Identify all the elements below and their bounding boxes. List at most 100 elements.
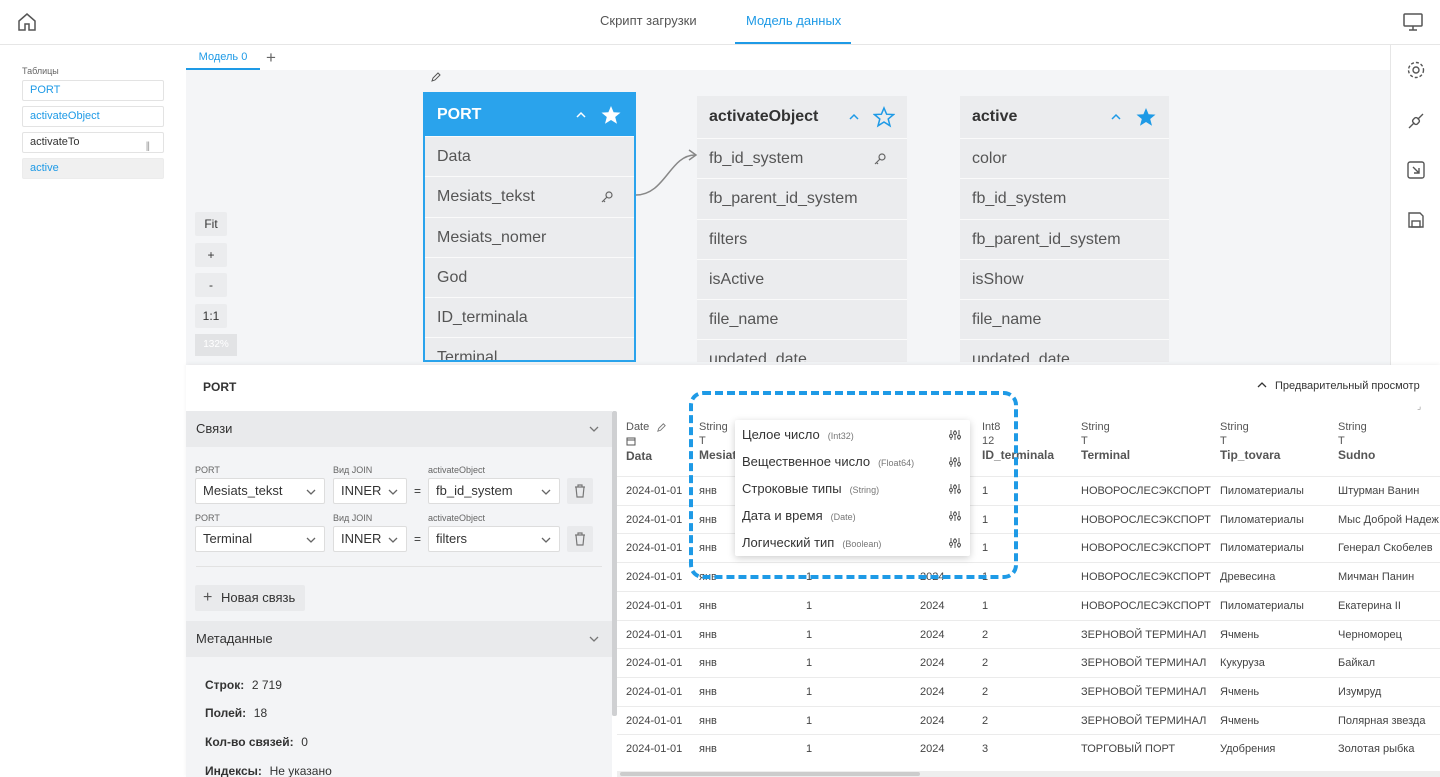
chevron-up-icon[interactable]: [849, 112, 859, 122]
home-icon[interactable]: [16, 11, 38, 33]
tab-data-model[interactable]: Модель данных: [746, 13, 841, 28]
table-row[interactable]: 2024-01-01 янв 1 2024 2 ЗЕРНОВОЙ ТЕРМИНАЛ Ячме…: [617, 676, 1440, 706]
table-card-port[interactable]: PORT Data Mesiats_tekst Mesiats_nomer Go…: [423, 92, 636, 362]
zoom-reset-button[interactable]: 1:1: [195, 304, 227, 328]
table-card-header: PORT: [425, 94, 634, 136]
meta-key: Полей:: [205, 706, 247, 720]
table-cell: НОВОРОСЛЕСЭКСПОРТ: [1081, 599, 1211, 612]
sidebar-item-activateto[interactable]: activateTo ||: [22, 132, 164, 153]
table-cell: 2024-01-01: [626, 743, 683, 756]
table-cell: ТОРГОВЫЙ ПОРТ: [1081, 743, 1176, 756]
scrollbar-thumb[interactable]: [620, 772, 920, 776]
table-row[interactable]: 2024-01-01 янв 1 2024 1 НОВОРОСЛЕСЭКСПОРТ Пило…: [617, 590, 1440, 620]
drag-handle-icon[interactable]: ||: [146, 137, 150, 156]
field-row[interactable]: color: [960, 138, 1169, 178]
star-icon[interactable]: [1135, 106, 1157, 128]
table-cell: Удобрения: [1220, 743, 1276, 756]
meta-value: Не указано: [269, 764, 332, 777]
table-row[interactable]: 2024-01-01 янв 1 2024 2 ЗЕРНОВОЙ ТЕРМИНАЛ Ячме…: [617, 619, 1440, 649]
import-icon[interactable]: [1405, 159, 1427, 181]
links-section-header[interactable]: Связи: [186, 411, 612, 447]
field-row[interactable]: Terminal: [425, 337, 634, 360]
trash-icon[interactable]: [567, 526, 593, 552]
add-model-icon[interactable]: +: [266, 48, 276, 68]
field-row[interactable]: fb_parent_id_system: [960, 218, 1169, 259]
field-row[interactable]: ID_terminala: [425, 297, 634, 337]
join-type-select[interactable]: INNER: [333, 478, 407, 504]
link-left-select[interactable]: Terminal: [195, 526, 325, 552]
zoom-out-button[interactable]: -: [195, 273, 227, 297]
field-row[interactable]: Data: [425, 136, 634, 176]
key-icon: [601, 191, 613, 203]
column-name: Tip_tovara: [1220, 448, 1281, 462]
tab-load-script[interactable]: Скрипт загрузки: [600, 13, 697, 28]
table-cell: Золотая рыбка: [1338, 743, 1415, 756]
table-cell: Пиломатериалы: [1220, 542, 1304, 555]
column-header-tip-tovara[interactable]: String T Tip_tovara: [1220, 421, 1280, 462]
field-label: fb_id_system: [709, 150, 804, 167]
table-cell: 2024-01-01: [626, 657, 683, 670]
field-row[interactable]: isActive: [697, 258, 907, 299]
table-row[interactable]: 2024-01-01 янв 1 2024 3 ТОРГОВЫЙ ПОРТ Удобрени…: [617, 734, 1440, 763]
table-cell: 2024-01-01: [626, 599, 683, 612]
field-row[interactable]: Mesiats_tekst: [425, 176, 634, 216]
link-left-select[interactable]: Mesiats_tekst: [195, 478, 325, 504]
meta-value: 0: [301, 735, 308, 749]
chevron-up-icon[interactable]: [576, 110, 586, 120]
field-row[interactable]: updated_date: [697, 339, 907, 362]
field-row[interactable]: fb_parent_id_system: [697, 178, 907, 218]
meta-row-links: Кол-во связей: 0: [205, 734, 308, 749]
zoom-fit-button[interactable]: Fit: [195, 212, 227, 236]
pencil-icon[interactable]: [430, 71, 442, 83]
table-cell: 2: [982, 685, 989, 698]
table-cell: янв: [699, 743, 717, 756]
chevron-up-icon[interactable]: [1111, 112, 1121, 122]
monitor-icon[interactable]: [1402, 11, 1424, 33]
field-row[interactable]: isShow: [960, 258, 1169, 299]
field-row[interactable]: file_name: [697, 299, 907, 339]
chevron-down-icon: [541, 489, 551, 495]
field-row[interactable]: updated_date: [960, 339, 1169, 362]
table-row[interactable]: 2024-01-01 янв 1 2024 2 ЗЕРНОВОЙ ТЕРМИНАЛ Ячме…: [617, 705, 1440, 735]
column-header-data[interactable]: Date Data: [626, 421, 666, 463]
save-icon[interactable]: [1405, 209, 1427, 231]
table-cell: 2024: [920, 714, 945, 727]
field-row[interactable]: filters: [697, 218, 907, 259]
table-cell: ЗЕРНОВОЙ ТЕРМИНАЛ: [1081, 714, 1207, 727]
key-icon: [874, 153, 886, 165]
star-outline-icon[interactable]: [873, 105, 895, 128]
active-tab-underline: [735, 42, 851, 44]
field-row[interactable]: file_name: [960, 299, 1169, 339]
field-row[interactable]: Mesiats_nomer: [425, 216, 634, 257]
field-row[interactable]: fb_id_system: [960, 178, 1169, 218]
join-type-select[interactable]: INNER: [333, 526, 407, 552]
table-cell: 2024-01-01: [626, 513, 683, 526]
tab-model-0[interactable]: Модель 0: [186, 45, 260, 70]
pencil-icon[interactable]: [656, 422, 667, 433]
link-icon[interactable]: [1405, 110, 1427, 132]
table-cell: 2024: [920, 599, 945, 612]
gear-icon[interactable]: [1405, 59, 1427, 81]
field-row[interactable]: God: [425, 256, 634, 297]
new-link-button[interactable]: + Новая связь: [195, 585, 305, 611]
table-card-active[interactable]: active color fb_id_system fb_parent_id_s…: [960, 96, 1169, 362]
zoom-in-button[interactable]: +: [195, 243, 227, 267]
sidebar-item-activateobject[interactable]: activateObject: [22, 106, 164, 127]
metadata-section-header[interactable]: Метаданные: [186, 621, 612, 657]
star-icon[interactable]: [600, 104, 622, 126]
table-row[interactable]: 2024-01-01 янв 1 2024 2 ЗЕРНОВОЙ ТЕРМИНАЛ Куку…: [617, 648, 1440, 677]
column-header-terminal[interactable]: String T Terminal: [1081, 421, 1130, 462]
field-row[interactable]: fb_id_system: [697, 138, 907, 178]
link-right-select[interactable]: filters: [428, 526, 560, 552]
table-card-activateobject[interactable]: activateObject fb_id_system fb_parent_id…: [697, 96, 907, 362]
meta-value: 2 719: [251, 678, 282, 692]
table-cell: янв: [699, 685, 717, 698]
column-name: Terminal: [1081, 448, 1131, 462]
sidebar-item-port[interactable]: PORT: [22, 80, 164, 101]
sidebar-item-active[interactable]: active: [22, 158, 164, 179]
link-right-select[interactable]: fb_id_system: [428, 478, 560, 504]
preview-toggle[interactable]: Предварительный просмотр: [1257, 380, 1420, 392]
column-header-sudno[interactable]: String T Sudno: [1338, 421, 1375, 462]
text-type-icon: T: [1220, 435, 1227, 447]
trash-icon[interactable]: [567, 478, 593, 504]
